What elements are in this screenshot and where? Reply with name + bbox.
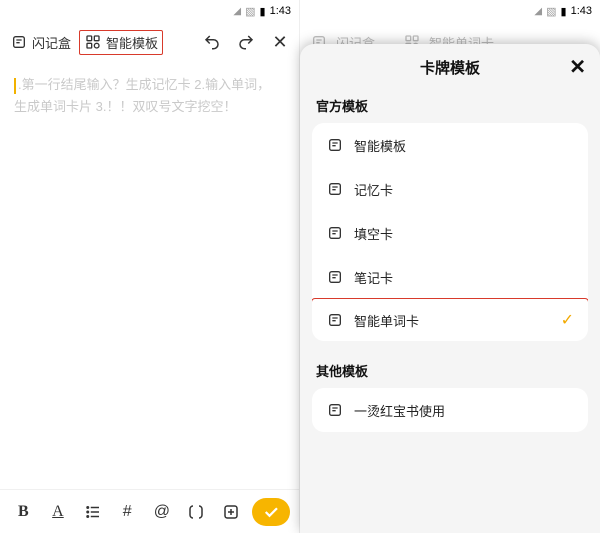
submit-button[interactable] bbox=[252, 498, 290, 526]
editor-toolbar: 闪记盒 智能模板 ✕ bbox=[0, 22, 299, 62]
other-template-list: 一烫红宝书使用 bbox=[312, 388, 588, 432]
editor-body[interactable]: .第一行结尾输入？生成记忆卡 2.输入单词， 生成单词卡片 3.！！双叹号文字挖… bbox=[0, 62, 299, 489]
screen-template-picker: ◢ ▧ ▮ 1:43 闪记盒 智能单词卡 卡牌模板 ✕ 官方模板 智能模板 记忆 bbox=[300, 0, 600, 533]
card-icon bbox=[326, 311, 344, 329]
misc-status-icon: ▧ bbox=[245, 5, 255, 18]
status-bar: ◢ ▧ ▮ 1:43 bbox=[300, 0, 600, 22]
text-cursor bbox=[14, 78, 16, 94]
sheet-header: 卡牌模板 ✕ bbox=[300, 44, 600, 90]
template-label: 智能模板 bbox=[354, 136, 406, 155]
flashbox-icon bbox=[10, 33, 28, 51]
official-template-list: 智能模板 记忆卡 填空卡 笔记卡 智能单词卡 ✓ bbox=[312, 123, 588, 341]
card-icon bbox=[326, 401, 344, 419]
status-bar: ◢ ▧ ▮ 1:43 bbox=[0, 0, 299, 22]
sheet-title: 卡牌模板 bbox=[420, 57, 480, 78]
bold-button[interactable]: B bbox=[9, 498, 37, 526]
template-sheet: 卡牌模板 ✕ 官方模板 智能模板 记忆卡 填空卡 笔记卡 智能 bbox=[300, 44, 600, 533]
sheet-close-button[interactable]: ✕ bbox=[569, 55, 586, 80]
battery-icon: ▮ bbox=[260, 5, 266, 18]
template-item-note[interactable]: 笔记卡 bbox=[312, 255, 588, 299]
placeholder-line-1: .第一行结尾输入？生成记忆卡 2.输入单词， bbox=[18, 77, 270, 92]
template-label: 一烫红宝书使用 bbox=[354, 401, 445, 420]
signal-icon: ◢ bbox=[534, 6, 542, 17]
smart-template-label: 智能模板 bbox=[106, 33, 158, 52]
signal-icon: ◢ bbox=[233, 6, 241, 17]
template-label: 笔记卡 bbox=[354, 268, 393, 287]
smart-template-button[interactable]: 智能模板 bbox=[79, 30, 163, 55]
template-item-memory[interactable]: 记忆卡 bbox=[312, 167, 588, 211]
check-icon: ✓ bbox=[561, 310, 574, 330]
section-official-label: 官方模板 bbox=[300, 90, 600, 123]
card-icon bbox=[326, 268, 344, 286]
template-item-other-0[interactable]: 一烫红宝书使用 bbox=[312, 388, 588, 432]
list-button[interactable] bbox=[79, 498, 107, 526]
battery-icon: ▮ bbox=[561, 5, 567, 18]
close-icon[interactable]: ✕ bbox=[271, 33, 289, 51]
format-toolbar: B A # @ bbox=[0, 489, 299, 533]
template-label: 填空卡 bbox=[354, 224, 393, 243]
template-grid-icon bbox=[84, 33, 102, 51]
placeholder-line-2: 生成单词卡片 3.！！双叹号文字挖空！ bbox=[14, 99, 236, 114]
template-item-cloze[interactable]: 填空卡 bbox=[312, 211, 588, 255]
undo-icon[interactable] bbox=[203, 33, 221, 51]
flashbox-label: 闪记盒 bbox=[32, 33, 71, 52]
redo-icon[interactable] bbox=[237, 33, 255, 51]
text-color-button[interactable]: A bbox=[44, 498, 72, 526]
misc-status-icon: ▧ bbox=[546, 5, 556, 18]
card-icon bbox=[326, 224, 344, 242]
template-item-smart[interactable]: 智能模板 bbox=[312, 123, 588, 167]
status-time: 1:43 bbox=[270, 5, 291, 17]
template-item-smart-word[interactable]: 智能单词卡 ✓ bbox=[312, 298, 588, 341]
attachment-button[interactable] bbox=[217, 498, 245, 526]
card-icon bbox=[326, 180, 344, 198]
hash-button[interactable]: # bbox=[113, 498, 141, 526]
section-other-label: 其他模板 bbox=[300, 355, 600, 388]
brackets-button[interactable] bbox=[182, 498, 210, 526]
flashbox-button[interactable]: 闪记盒 bbox=[10, 33, 71, 52]
screen-editor: ◢ ▧ ▮ 1:43 闪记盒 智能模板 ✕ . bbox=[0, 0, 300, 533]
template-label: 记忆卡 bbox=[354, 180, 393, 199]
template-label: 智能单词卡 bbox=[354, 311, 419, 330]
card-icon bbox=[326, 136, 344, 154]
status-time: 1:43 bbox=[571, 5, 592, 17]
mention-button[interactable]: @ bbox=[148, 498, 176, 526]
